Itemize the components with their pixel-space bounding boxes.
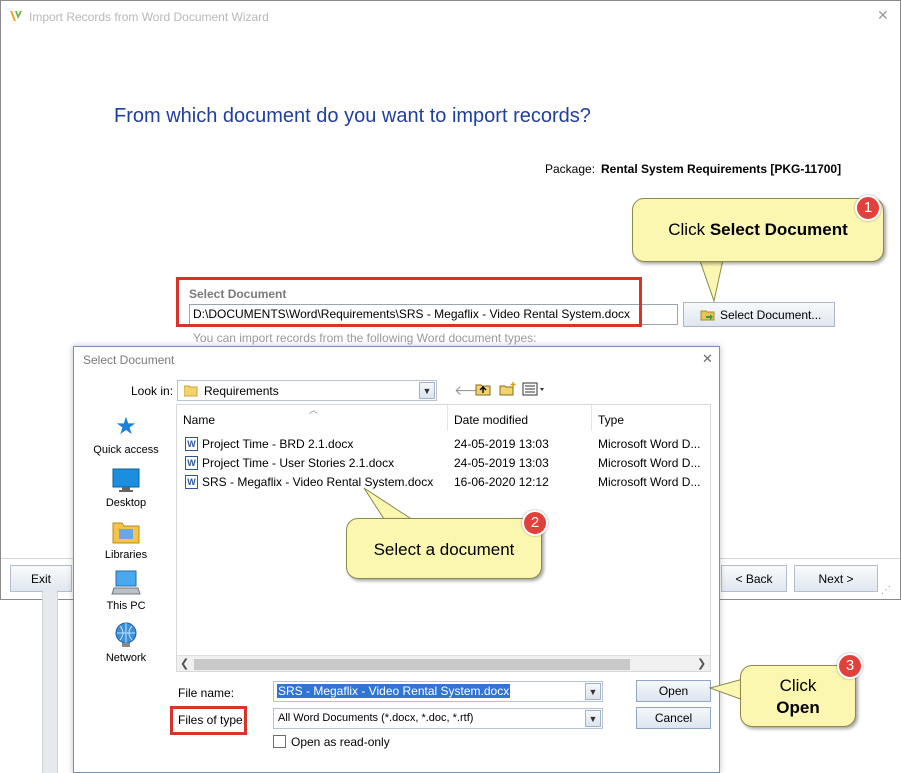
place-desktop[interactable]: Desktop — [88, 466, 164, 509]
callout-tail — [708, 678, 744, 701]
scrollbar-thumb[interactable] — [194, 659, 630, 670]
file-name-input[interactable]: SRS - Megaflix - Video Rental System.doc… — [273, 681, 603, 702]
wizard-heading: From which document do you want to impor… — [114, 105, 591, 127]
place-label: This PC — [106, 600, 146, 612]
package-value: Rental System Requirements [PKG-11700] — [601, 162, 842, 176]
look-in-label: Look in: — [131, 384, 174, 398]
dialog-title: Select Document — [83, 353, 175, 367]
word-document-icon: W — [185, 437, 198, 451]
chevron-down-icon[interactable]: ▼ — [585, 683, 601, 700]
select-document-button-label: Select Document... — [720, 307, 822, 322]
word-document-icon: W — [185, 475, 198, 489]
horizontal-scrollbar[interactable]: ❮ ❯ — [177, 655, 710, 671]
libraries-icon — [112, 522, 140, 544]
view-menu-icon[interactable] — [522, 382, 546, 399]
place-label: Network — [105, 652, 147, 664]
place-libraries[interactable]: Libraries — [88, 518, 164, 561]
exit-button[interactable]: Exit — [10, 565, 72, 592]
place-quick-access[interactable]: ★ Quick access — [88, 413, 164, 456]
place-network[interactable]: Network — [88, 621, 164, 664]
file-name: Project Time - BRD 2.1.docx — [202, 437, 354, 451]
file-name: Project Time - User Stories 2.1.docx — [202, 456, 395, 470]
dialog-close-icon[interactable]: ✕ — [702, 351, 713, 367]
open-readonly-label: Open as read-only — [291, 735, 390, 749]
chevron-down-icon[interactable]: ▼ — [585, 710, 601, 727]
resize-grip-icon[interactable]: ⋰ — [881, 585, 891, 596]
select-document-button[interactable]: Select Document... — [683, 302, 835, 327]
callout-text: Select a document — [373, 540, 515, 559]
app-logo-icon — [10, 11, 22, 21]
file-row[interactable]: W SRS - Megaflix - Video Rental System.d… — [177, 472, 710, 491]
folder-icon — [184, 385, 198, 396]
column-header-label: Type — [598, 413, 625, 427]
file-type: Microsoft Word D... — [598, 475, 701, 489]
file-date: 24-05-2019 13:03 — [454, 437, 549, 451]
open-readonly-checkbox[interactable] — [273, 735, 286, 748]
file-date: 16-06-2020 12:12 — [454, 475, 549, 489]
package-label: Package: — [545, 162, 596, 176]
open-folder-icon — [700, 310, 715, 320]
callout-select-document: Click Select Document — [632, 198, 884, 262]
open-button[interactable]: Open — [636, 680, 711, 702]
file-type: Microsoft Word D... — [598, 437, 701, 451]
file-row[interactable]: W Project Time - User Stories 2.1.docx 2… — [177, 453, 710, 472]
column-header-label: Name — [183, 413, 216, 427]
background-scrollbar[interactable] — [42, 590, 58, 773]
up-folder-icon[interactable] — [475, 382, 491, 399]
callout-text: Click — [779, 676, 817, 695]
callout-text-bold: Select Document — [709, 220, 848, 239]
look-in-value: Requirements — [204, 383, 279, 398]
column-header-date[interactable]: Date modified — [448, 405, 592, 431]
annotation-highlight-files-of-type — [170, 706, 247, 735]
chevron-left-icon[interactable]: ❮ — [180, 657, 189, 670]
place-this-pc[interactable]: This PC — [88, 569, 164, 612]
place-label: Quick access — [93, 444, 159, 456]
look-in-select[interactable]: Requirements ▼ — [177, 380, 437, 401]
file-date: 24-05-2019 13:03 — [454, 456, 549, 470]
step-badge: 3 — [837, 653, 863, 679]
new-folder-icon[interactable] — [499, 382, 517, 399]
file-name-value: SRS - Megaflix - Video Rental System.doc… — [277, 684, 511, 698]
chevron-down-icon[interactable]: ▼ — [419, 382, 435, 399]
step-badge: 1 — [855, 195, 881, 221]
file-name-label: File name: — [178, 686, 235, 700]
chevron-right-icon[interactable]: ❯ — [697, 657, 706, 670]
callout-text: Click — [668, 220, 710, 239]
wizard-titlebar: Import Records from Word Document Wizard… — [1, 1, 900, 31]
files-of-type-value: All Word Documents (*.docx, *.doc, *.rtf… — [278, 712, 474, 724]
hint-text: You can import records from the followin… — [193, 331, 537, 345]
callout-tail — [697, 254, 725, 303]
star-icon: ★ — [115, 413, 137, 440]
close-icon[interactable]: ✕ — [877, 7, 889, 24]
file-type: Microsoft Word D... — [598, 456, 701, 470]
desktop-icon — [112, 468, 140, 492]
annotation-highlight-document-path — [176, 277, 642, 327]
step-badge: 2 — [522, 510, 548, 536]
files-of-type-select[interactable]: All Word Documents (*.docx, *.doc, *.rtf… — [273, 708, 603, 729]
place-label: Libraries — [104, 549, 148, 561]
column-header-label: Date modified — [454, 413, 529, 427]
callout-text-bold: Open — [776, 698, 820, 717]
cancel-button[interactable]: Cancel — [636, 707, 711, 729]
word-document-icon: W — [185, 456, 198, 470]
callout-select-a-document: Select a document — [346, 518, 542, 579]
callout-click-open: Click Open — [740, 665, 856, 727]
next-button[interactable]: Next > — [794, 565, 878, 592]
place-label: Desktop — [105, 497, 147, 509]
computer-icon — [111, 570, 141, 595]
sort-ascending-icon: ︿ — [309, 405, 319, 415]
column-header-type[interactable]: Type — [592, 405, 710, 431]
file-name: SRS - Megaflix - Video Rental System.doc… — [202, 475, 434, 489]
file-row[interactable]: W Project Time - BRD 2.1.docx 24-05-2019… — [177, 434, 710, 453]
wizard-title: Import Records from Word Document Wizard — [29, 10, 269, 24]
back-button[interactable]: < Back — [721, 565, 787, 592]
network-icon — [115, 622, 137, 647]
